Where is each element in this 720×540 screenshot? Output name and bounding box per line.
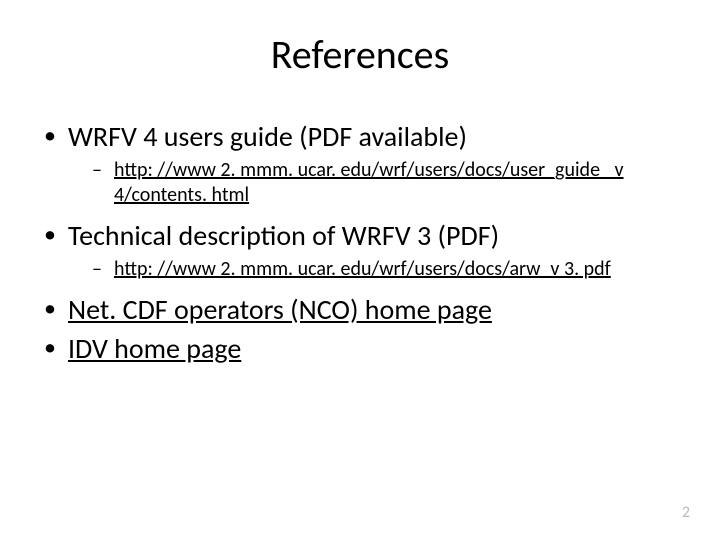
reference-link[interactable]: http: //www 2. mmm. ucar. edu/wrf/users/… [114, 158, 624, 207]
page-number: 2 [682, 503, 690, 522]
reference-link[interactable]: http: //www 2. mmm. ucar. edu/wrf/users/… [114, 257, 611, 281]
list-item: Net. CDF operators (NCO) home page [44, 292, 684, 327]
slide-title: References [36, 30, 684, 79]
reference-link[interactable]: Net. CDF operators (NCO) home page [68, 292, 492, 327]
sub-list: http: //www 2. mmm. ucar. edu/wrf/users/… [68, 158, 684, 208]
sub-list-item: http: //www 2. mmm. ucar. edu/wrf/users/… [92, 257, 684, 282]
reference-link[interactable]: IDV home page [68, 331, 241, 366]
list-item: IDV home page [44, 331, 684, 366]
list-item-text: WRFV 4 users guide (PDF available) [68, 119, 467, 154]
list-item: WRFV 4 users guide (PDF available) http:… [44, 119, 684, 208]
sub-list-item: http: //www 2. mmm. ucar. edu/wrf/users/… [92, 158, 684, 208]
list-item-text: Technical description of WRFV 3 (PDF) [68, 218, 499, 253]
sub-list: http: //www 2. mmm. ucar. edu/wrf/users/… [68, 257, 684, 282]
list-item: Technical description of WRFV 3 (PDF) ht… [44, 218, 684, 282]
reference-list: WRFV 4 users guide (PDF available) http:… [36, 119, 684, 366]
